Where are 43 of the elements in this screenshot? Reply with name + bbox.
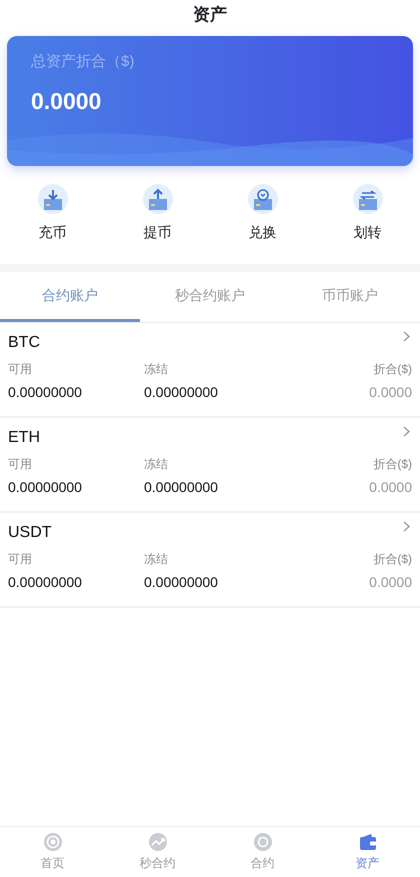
converted-value: 0.0000 — [369, 574, 412, 590]
frozen-amount: 0.00000000 — [144, 574, 218, 590]
trend-icon — [148, 832, 168, 852]
column-label: 冻结 — [144, 457, 168, 471]
deposit-icon-button[interactable]: 充币 — [12, 184, 92, 243]
available-amount: 0.00000000 — [8, 384, 82, 400]
nav-item[interactable]: 资产 — [315, 827, 420, 877]
wallet-icon — [358, 832, 378, 852]
coin-name: BTC — [8, 333, 40, 353]
exchange-icon-button[interactable]: 兑换 — [222, 184, 302, 243]
transfer-icon-button[interactable]: 划转 — [328, 184, 408, 243]
column-label: 可用 — [8, 457, 32, 471]
column-label: 折合($) — [373, 552, 412, 566]
column-label: 冻结 — [144, 552, 168, 566]
circle-icon — [252, 832, 272, 852]
withdraw-icon — [142, 184, 172, 214]
available-amount: 0.00000000 — [8, 479, 82, 495]
frozen-amount: 0.00000000 — [144, 384, 218, 400]
column-label: 冻结 — [144, 362, 168, 376]
coin-name: USDT — [8, 523, 52, 543]
converted-value: 0.0000 — [369, 384, 412, 400]
chevron-right-icon — [403, 331, 410, 342]
balance-value: 0.0000 — [31, 87, 102, 116]
column-label: 可用 — [8, 362, 32, 376]
exchange-icon — [248, 184, 278, 214]
coin-name: ETH — [8, 428, 40, 448]
chevron-right-icon — [403, 521, 410, 532]
column-label: 折合($) — [373, 457, 412, 471]
page-title: 资产 — [192, 4, 228, 26]
column-label: 折合($) — [373, 362, 412, 376]
withdraw-icon-button[interactable]: 提币 — [118, 184, 198, 243]
account-row[interactable]: BTC 可用 冻结 折合($) 0.00000000 0.00000000 0.0000 — [0, 323, 420, 418]
column-label: 可用 — [8, 552, 32, 566]
transfer-icon — [352, 184, 382, 214]
account-row[interactable]: ETH 可用 冻结 折合($) 0.00000000 0.00000000 0.0000 — [0, 418, 420, 513]
deposit-icon — [38, 184, 68, 214]
frozen-amount: 0.00000000 — [144, 479, 218, 495]
converted-value: 0.0000 — [369, 479, 412, 495]
available-amount: 0.00000000 — [8, 574, 82, 590]
target-icon — [42, 832, 62, 852]
account-row[interactable]: USDT 可用 冻结 折合($) 0.00000000 0.00000000 0.0000 — [0, 513, 420, 608]
chevron-right-icon — [403, 426, 410, 437]
balance-label: 总资产折合（$) — [31, 52, 134, 72]
